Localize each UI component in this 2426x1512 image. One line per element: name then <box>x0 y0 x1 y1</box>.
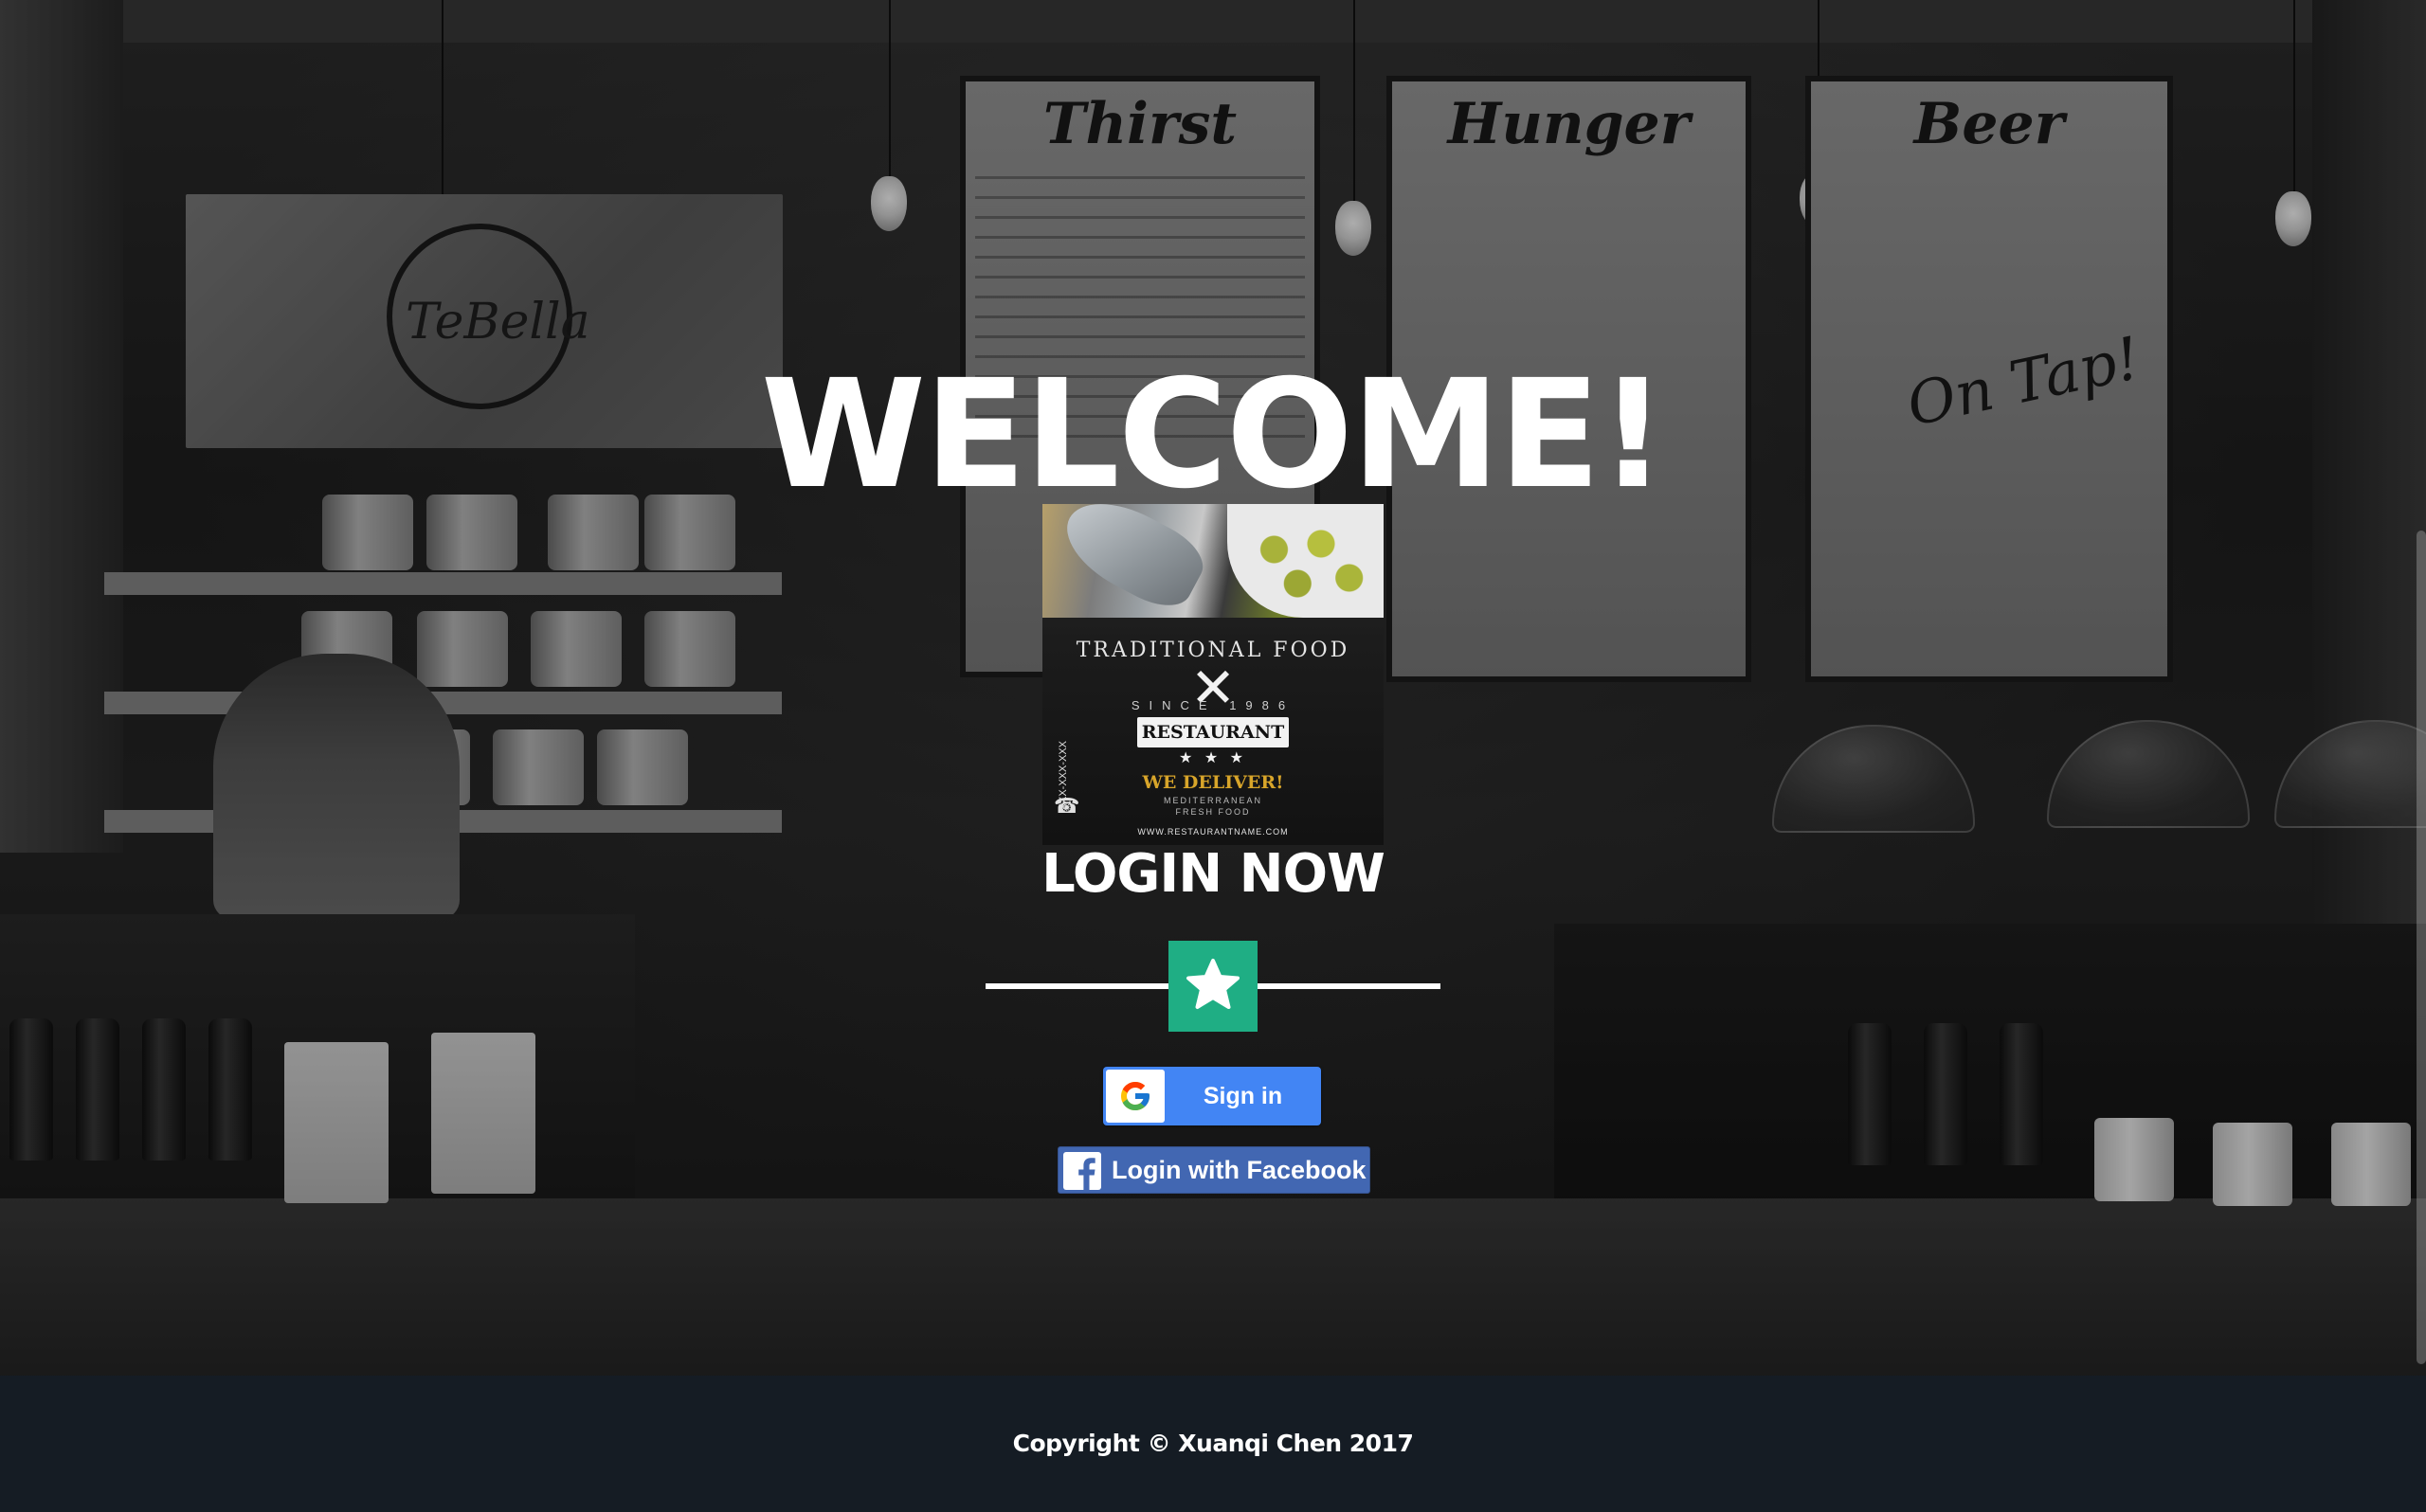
page-scrollbar[interactable] <box>2417 531 2426 1364</box>
login-title: LOGIN NOW <box>1041 843 1385 905</box>
poster-stars: ★ ★ ★ <box>1179 750 1247 766</box>
poster-banner: RESTAURANT <box>1137 717 1289 747</box>
poster-since: SINCE 1986 <box>1131 698 1295 712</box>
welcome-heading: WELCOME! <box>760 348 1667 522</box>
page-footer: Copyright © Xuanqi Chen 2017 <box>0 1376 2426 1512</box>
google-sign-in-button[interactable]: Sign in <box>1103 1067 1321 1125</box>
star-icon <box>1168 941 1258 1032</box>
poster-subline-2: FRESH FOOD <box>1175 807 1251 817</box>
restaurant-poster-image: TRADITIONAL FOOD ✕ SINCE 1986 RESTAURANT… <box>1042 504 1384 845</box>
divider-line-right <box>1258 983 1440 989</box>
facebook-login-label: Login with Facebook <box>1112 1156 1367 1184</box>
star-icon-graphic <box>1186 959 1240 1009</box>
hero-section: TeBella Thirst Hunger Beer On Tap! WELCO… <box>0 0 2426 1376</box>
google-sign-in-label: Sign in <box>1203 1083 1283 1109</box>
facebook-login-button[interactable]: Login with Facebook <box>1058 1146 1370 1194</box>
google-icon <box>1121 1082 1150 1110</box>
divider-line-left <box>986 983 1168 989</box>
facebook-icon <box>1063 1152 1101 1190</box>
poster-url: WWW.RESTAURANTNAME.COM <box>1137 827 1289 837</box>
google-logo-box <box>1106 1070 1165 1123</box>
copyright-text: Copyright © Xuanqi Chen 2017 <box>1012 1430 1414 1457</box>
poster-tagline: WE DELIVER! <box>1142 772 1284 793</box>
phone-icon: ☎ <box>1054 794 1080 818</box>
poster-subline-1: MEDITERRANEAN <box>1163 796 1262 805</box>
